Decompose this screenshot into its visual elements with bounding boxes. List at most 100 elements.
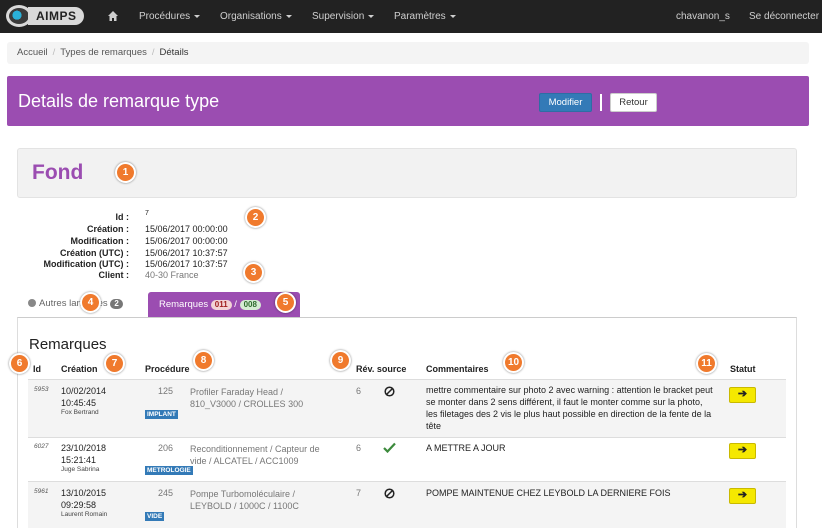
column-header-creation[interactable]: Création <box>61 364 98 374</box>
field-value-modification: 15/06/2017 00:00:00 <box>145 236 228 246</box>
row-time: 10:45:45 <box>61 398 97 408</box>
globe-icon <box>28 299 36 307</box>
remarks-count-separator: / <box>234 299 237 310</box>
chevron-down-icon <box>194 14 201 18</box>
field-value-modification-utc: 15/06/2017 10:37:57 <box>145 259 228 269</box>
column-header-status[interactable]: Statut <box>730 364 756 374</box>
brand-name: AIMPS <box>28 7 84 25</box>
row-revision: 6 <box>356 386 362 396</box>
row-id: 5953 <box>34 386 49 393</box>
forbidden-icon <box>384 488 395 499</box>
chevron-down-icon <box>368 14 375 18</box>
remarks-open-count-badge: 011 <box>210 300 232 310</box>
header-divider <box>600 94 602 111</box>
annotation-marker: 5 <box>275 292 296 313</box>
chevron-down-icon <box>449 14 456 18</box>
row-procedure[interactable]: Profiler Faraday Head / 810_V3000 / CROL… <box>190 386 325 410</box>
annotation-marker: 6 <box>9 353 30 374</box>
forbidden-icon <box>384 386 395 397</box>
page: { "navbar": { "brand": "AIMPS", "menus":… <box>0 0 822 528</box>
row-category-tag: METROLOGIE <box>145 466 193 475</box>
remarks-closed-count-badge: 008 <box>239 300 261 310</box>
column-header-revision-source[interactable]: Rév. source <box>356 364 406 374</box>
annotation-marker: 9 <box>330 350 351 371</box>
row-procedure-number: 125 <box>158 386 174 396</box>
row-comment: mettre commentaire sur photo 2 avec warn… <box>426 385 713 431</box>
status-arrow-button[interactable]: ➔ <box>729 488 756 504</box>
field-label-modification: Modification : <box>70 236 130 246</box>
remark-type-name: Fond <box>32 161 84 184</box>
column-header-comments[interactable]: Commentaires <box>426 364 489 374</box>
menu-supervision-label: Supervision <box>312 11 365 22</box>
annotation-marker: 3 <box>243 262 264 283</box>
annotation-marker: 2 <box>245 207 266 228</box>
other-languages-count-badge: 2 <box>110 299 123 309</box>
row-time: 09:29:58 <box>61 500 97 510</box>
page-header: Details de remarque type Modifier Retour <box>7 76 809 126</box>
column-header-procedure[interactable]: Procédure <box>145 364 190 374</box>
field-label-client: Client : <box>98 270 130 280</box>
row-date: 13/10/2015 <box>61 488 107 498</box>
table-row[interactable] <box>28 481 786 528</box>
column-header-id[interactable]: Id <box>33 364 41 374</box>
breadcrumb-current: Détails <box>159 47 189 58</box>
breadcrumb: Accueil / Types de remarques / Détails <box>7 42 809 64</box>
menu-procedures-label: Procédures <box>139 11 191 22</box>
breadcrumb-types[interactable]: Types de remarques <box>60 47 147 58</box>
row-id: 6027 <box>34 443 49 450</box>
row-author: Laurent Romain <box>61 511 108 518</box>
row-time: 15:21:41 <box>61 455 97 465</box>
tab-remarks-label: Remarques <box>159 299 209 310</box>
row-author: Fox Bertrand <box>61 409 99 416</box>
menu-parametres-label: Paramètres <box>394 11 446 22</box>
field-label-id: Id : <box>115 212 130 222</box>
breadcrumb-home[interactable]: Accueil <box>17 47 48 58</box>
status-arrow-button[interactable]: ➔ <box>729 443 756 459</box>
modify-button[interactable]: Modifier <box>539 93 592 112</box>
page-title: Details de remarque type <box>18 91 220 111</box>
brand-logo[interactable]: AIMPS <box>6 5 84 27</box>
user-menu[interactable]: chavanon_s <box>676 11 730 22</box>
annotation-marker: 10 <box>503 352 524 373</box>
row-comment: POMPE MAINTENUE CHEZ LEYBOLD LA DERNIERE… <box>426 488 671 498</box>
annotation-marker: 1 <box>115 162 136 183</box>
home-icon[interactable] <box>107 10 119 22</box>
row-procedure[interactable]: Reconditionnement / Capteur de vide / AL… <box>190 443 325 467</box>
field-label-creation-utc: Création (UTC) : <box>60 248 129 258</box>
field-label-creation: Création : <box>86 224 129 234</box>
row-author: Juge Sabrina <box>61 466 100 473</box>
field-value-creation-utc: 15/06/2017 10:37:57 <box>145 248 228 258</box>
back-button[interactable]: Retour <box>610 93 657 112</box>
annotation-marker: 11 <box>696 353 717 374</box>
annotation-marker: 8 <box>193 350 214 371</box>
row-procedure[interactable]: Pompe Turbomoléculaire / LEYBOLD / 1000C… <box>190 488 325 512</box>
menu-supervision[interactable]: Supervision <box>312 11 375 22</box>
field-value-id: 7 <box>145 210 149 217</box>
field-value-client[interactable]: 40-30 France <box>145 270 199 280</box>
row-procedure-number: 245 <box>158 488 174 498</box>
field-label-modification-utc: Modification (UTC) : <box>43 259 129 269</box>
menu-organisations[interactable]: Organisations <box>220 11 292 22</box>
field-value-creation: 15/06/2017 00:00:00 <box>145 224 228 234</box>
row-comment: A METTRE A JOUR <box>426 443 506 453</box>
check-icon <box>383 442 396 453</box>
table-row[interactable] <box>28 437 786 481</box>
row-date: 23/10/2018 <box>61 443 107 453</box>
menu-procedures[interactable]: Procédures <box>139 11 201 22</box>
remarks-title: Remarques <box>29 336 107 353</box>
logout-link[interactable]: Se déconnecter <box>749 11 819 22</box>
status-arrow-button[interactable]: ➔ <box>729 387 756 403</box>
row-revision: 6 <box>356 443 362 453</box>
tab-other-languages[interactable]: Autres langages 2 <box>28 298 123 309</box>
chevron-down-icon <box>285 14 292 18</box>
annotation-marker: 7 <box>104 353 125 374</box>
row-procedure-number: 206 <box>158 443 174 453</box>
row-category-tag: VIDE <box>145 512 165 521</box>
row-id: 5961 <box>34 488 49 495</box>
top-navbar: AIMPS Procédures Organisations Supervisi… <box>0 0 822 33</box>
annotation-marker: 4 <box>80 292 101 313</box>
row-date: 10/02/2014 <box>61 386 107 396</box>
menu-organisations-label: Organisations <box>220 11 282 22</box>
menu-parametres[interactable]: Paramètres <box>394 11 456 22</box>
row-category-tag: IMPLANT <box>145 410 178 419</box>
